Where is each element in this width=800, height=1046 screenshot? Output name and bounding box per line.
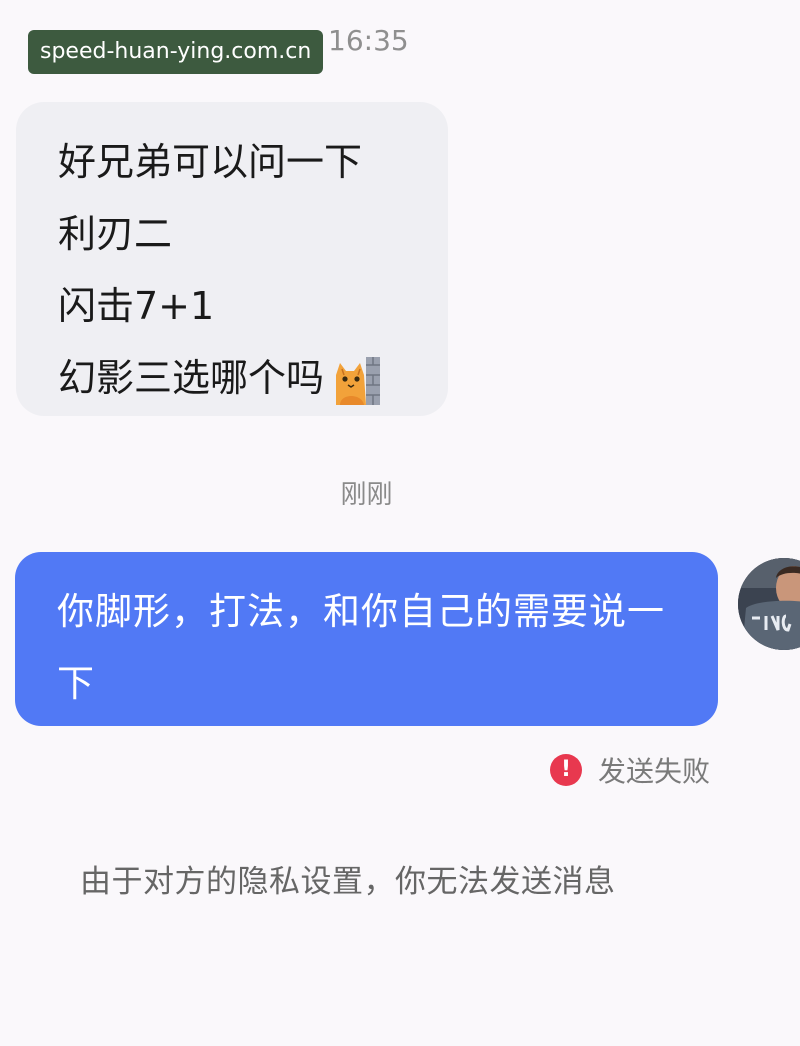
incoming-message-text: 幻影三选哪个吗 [58, 356, 325, 400]
incoming-message-line: 好兄弟可以问一下 [58, 140, 363, 184]
watermark-label: speed-huan-ying.com.cn [28, 30, 324, 74]
send-failed-status[interactable]: ! 发送失败 [550, 750, 710, 790]
time-divider: 刚刚 [340, 480, 393, 510]
avatar[interactable] [738, 558, 800, 650]
avatar-image [738, 558, 800, 650]
incoming-message-line: 利刃二 [58, 212, 173, 256]
message-timestamp: 16:35 [328, 24, 409, 57]
exclamation-icon[interactable]: ! [550, 754, 582, 786]
incoming-message-line: 闪击7+1 [58, 284, 215, 328]
outgoing-message-bubble[interactable]: 你脚形，打法，和你自己的需要说一下 [15, 552, 718, 726]
privacy-notice: 由于对方的隐私设置，你无法发送消息 [80, 864, 616, 900]
incoming-message-bubble[interactable]: 好兄弟可以问一下 利刃二 闪击7+1 幻影三选哪个吗 [16, 102, 448, 416]
chat-screen: speed-huan-ying.com.cn 16:35 好兄弟可以问一下 利刃… [0, 0, 800, 1046]
cat-peeking-icon [336, 356, 381, 405]
send-failed-label: 发送失败 [598, 755, 711, 788]
incoming-message-line: 幻影三选哪个吗 [58, 350, 448, 422]
outgoing-message-text: 你脚形，打法，和你自己的需要说一下 [57, 590, 665, 705]
